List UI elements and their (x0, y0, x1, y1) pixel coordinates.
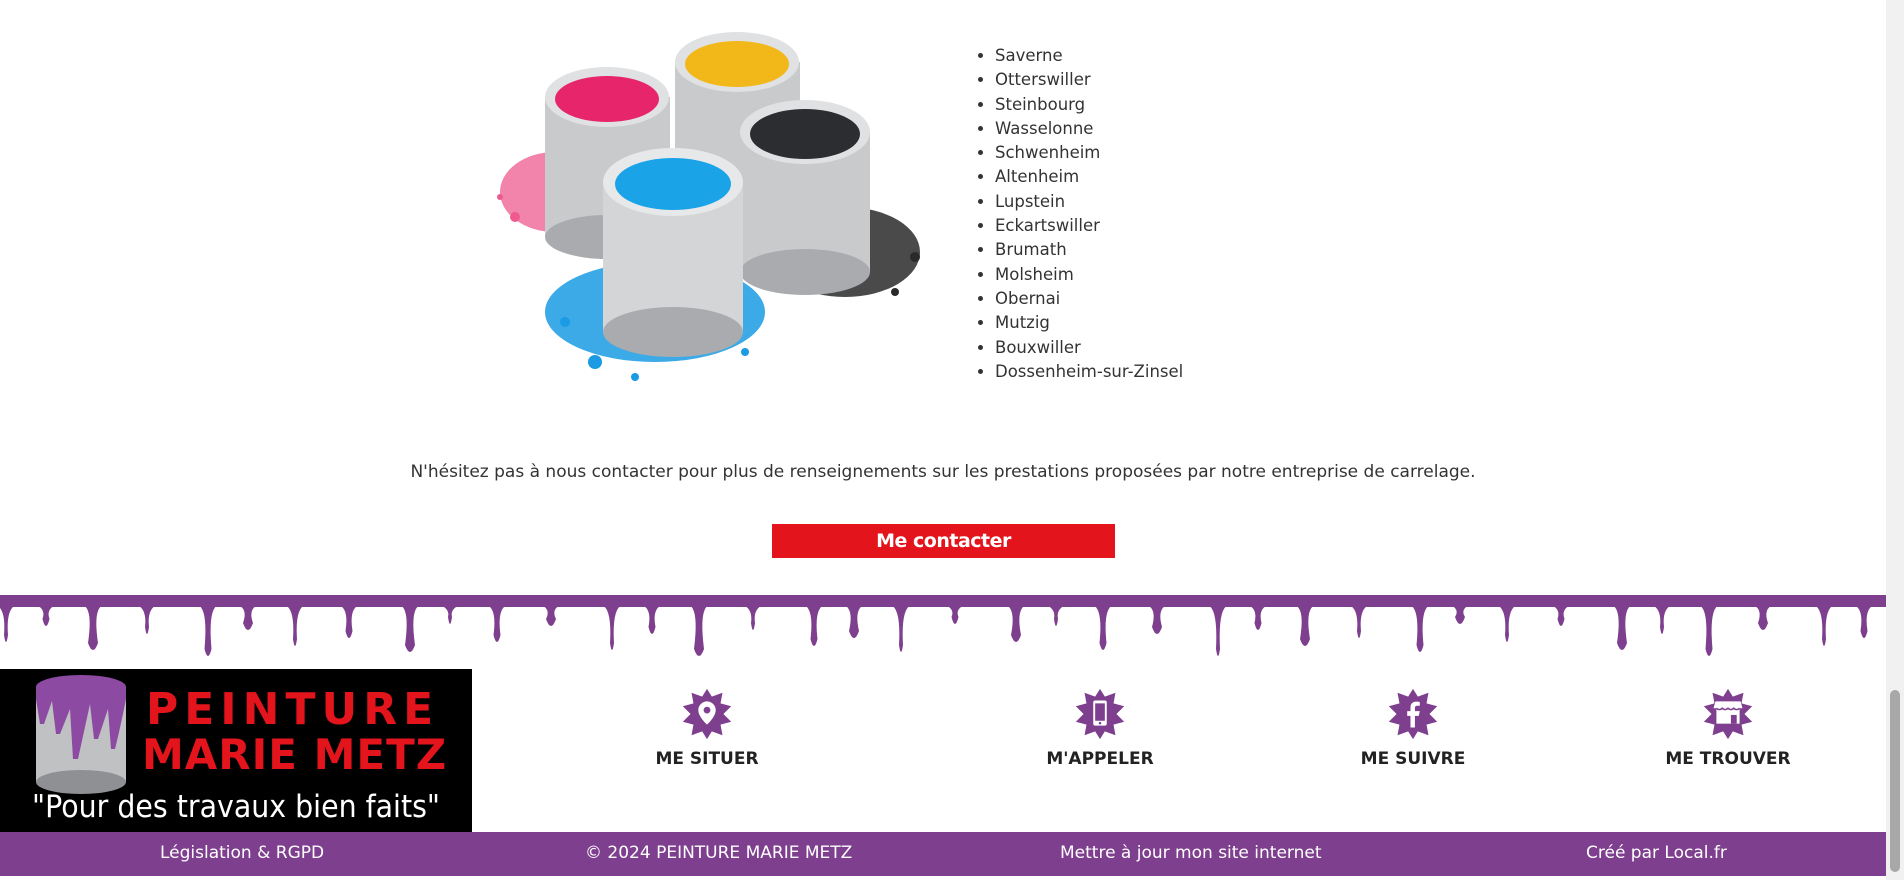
storefront-icon (1703, 688, 1753, 740)
contact-button[interactable]: Me contacter (772, 524, 1115, 558)
city-item: Steinbourg (995, 93, 1183, 117)
locate-action[interactable]: ME SITUER (607, 685, 807, 769)
city-item: Mutzig (995, 311, 1183, 335)
logo-tagline: "Pour des travaux bien faits" (32, 789, 440, 825)
contact-invite-text: N'hésitez pas à nous contacter pour plus… (410, 462, 1476, 482)
locate-label: ME SITUER (655, 749, 759, 769)
city-item: Lupstein (995, 190, 1183, 214)
city-item: Saverne (995, 44, 1183, 68)
facebook-icon (1388, 688, 1438, 740)
call-action[interactable]: M'APPELER (1000, 685, 1200, 769)
call-label: M'APPELER (1046, 749, 1154, 769)
city-item: Obernai (995, 287, 1183, 311)
find-action[interactable]: ME TROUVER (1628, 685, 1828, 769)
city-list: Saverne Otterswiller Steinbourg Wasselon… (980, 44, 1183, 384)
map-pin-icon (682, 688, 732, 740)
footer-bar: Législation & RGPD © 2024 PEINTURE MARIE… (0, 832, 1886, 876)
copyright-text: © 2024 PEINTURE MARIE METZ (585, 843, 853, 863)
scroll-thumb[interactable] (1890, 690, 1900, 872)
city-item: Brumath (995, 238, 1183, 262)
creator-link[interactable]: Créé par Local.fr (1586, 832, 1727, 874)
find-label: ME TROUVER (1665, 749, 1791, 769)
company-logo[interactable]: PEINTURE MARIE METZ "Pour des travaux bi… (0, 669, 472, 832)
paint-cans-image (497, 32, 920, 381)
city-item: Otterswiller (995, 68, 1183, 92)
update-site-link[interactable]: Mettre à jour mon site internet (1060, 832, 1322, 874)
city-item: Dossenheim-sur-Zinsel (995, 360, 1183, 384)
city-item: Schwenheim (995, 141, 1183, 165)
city-item: Eckartswiller (995, 214, 1183, 238)
logo-line1: PEINTURE (146, 684, 439, 735)
follow-label: ME SUIVRE (1360, 749, 1466, 769)
city-item: Bouxwiller (995, 336, 1183, 360)
city-item: Wasselonne (995, 117, 1183, 141)
page: Saverne Otterswiller Steinbourg Wasselon… (0, 0, 1886, 880)
follow-action[interactable]: ME SUIVRE (1313, 685, 1513, 769)
city-item: Altenheim (995, 165, 1183, 189)
footer-actions: ME SITUER M'APPELER ME SUIVRE ME TROUVER (472, 669, 1886, 832)
city-item: Molsheim (995, 263, 1183, 287)
paint-drip-border (0, 595, 1886, 656)
logo-line2: MARIE METZ (142, 730, 447, 779)
page-scrollbar[interactable] (1886, 0, 1904, 880)
phone-icon (1075, 688, 1125, 740)
legal-link[interactable]: Législation & RGPD (160, 832, 324, 874)
